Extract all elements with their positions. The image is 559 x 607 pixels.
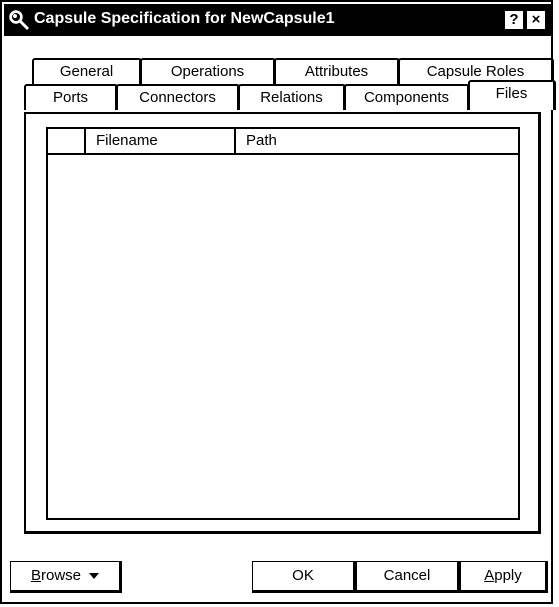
ok-button[interactable]: OK [252,561,356,593]
tab-label: Connectors [139,89,216,106]
ok-label: OK [292,567,314,584]
tab-label: General [59,63,114,80]
tab-ports[interactable]: Ports [24,84,118,110]
tab-label: Files [495,85,528,102]
close-button[interactable]: × [526,10,546,30]
help-icon: ? [509,11,519,28]
files-list-body[interactable] [48,155,518,518]
column-header-icon[interactable] [48,129,86,153]
tab-label: Components [363,89,450,106]
files-list[interactable]: Filename Path [46,127,520,520]
column-header-path[interactable]: Path [236,129,518,153]
tab-label: Capsule Roles [426,63,525,80]
help-button[interactable]: ? [504,10,524,30]
tab-general[interactable]: General [32,58,142,84]
cancel-label: Cancel [383,567,431,584]
browse-button[interactable]: Browse [10,561,122,593]
tab-attributes[interactable]: Attributes [274,58,400,84]
apply-label: pply [494,567,522,584]
files-tab-panel: Filename Path [24,112,541,534]
tab-label: Ports [52,89,88,106]
tab-connectors[interactable]: Connectors [116,84,240,110]
magnifier-icon [9,10,30,31]
title-bar[interactable]: Capsule Specification for NewCapsule1 ? … [4,4,553,36]
column-label: Path [246,132,277,149]
browse-mnemonic: B [30,567,41,584]
tab-label: Operations [170,63,245,80]
list-header: Filename Path [48,129,518,155]
tab-label: Relations [260,89,323,106]
tab-files[interactable]: Files [468,80,556,110]
tab-components[interactable]: Components [344,84,470,110]
close-icon: × [531,11,541,28]
tab-relations[interactable]: Relations [238,84,346,110]
capsule-specification-dialog: Capsule Specification for NewCapsule1 ? … [0,0,556,604]
tab-operations[interactable]: Operations [140,58,276,84]
browse-label: rowse [41,567,82,584]
apply-mnemonic: A [484,567,495,584]
cancel-button[interactable]: Cancel [356,561,460,593]
triangle-down-icon [89,573,100,580]
column-label: Filename [96,132,158,149]
tab-label: Attributes [304,63,369,80]
dialog-title: Capsule Specification for NewCapsule1 [34,10,335,27]
column-header-filename[interactable]: Filename [86,129,236,153]
apply-button[interactable]: Apply [460,561,548,593]
